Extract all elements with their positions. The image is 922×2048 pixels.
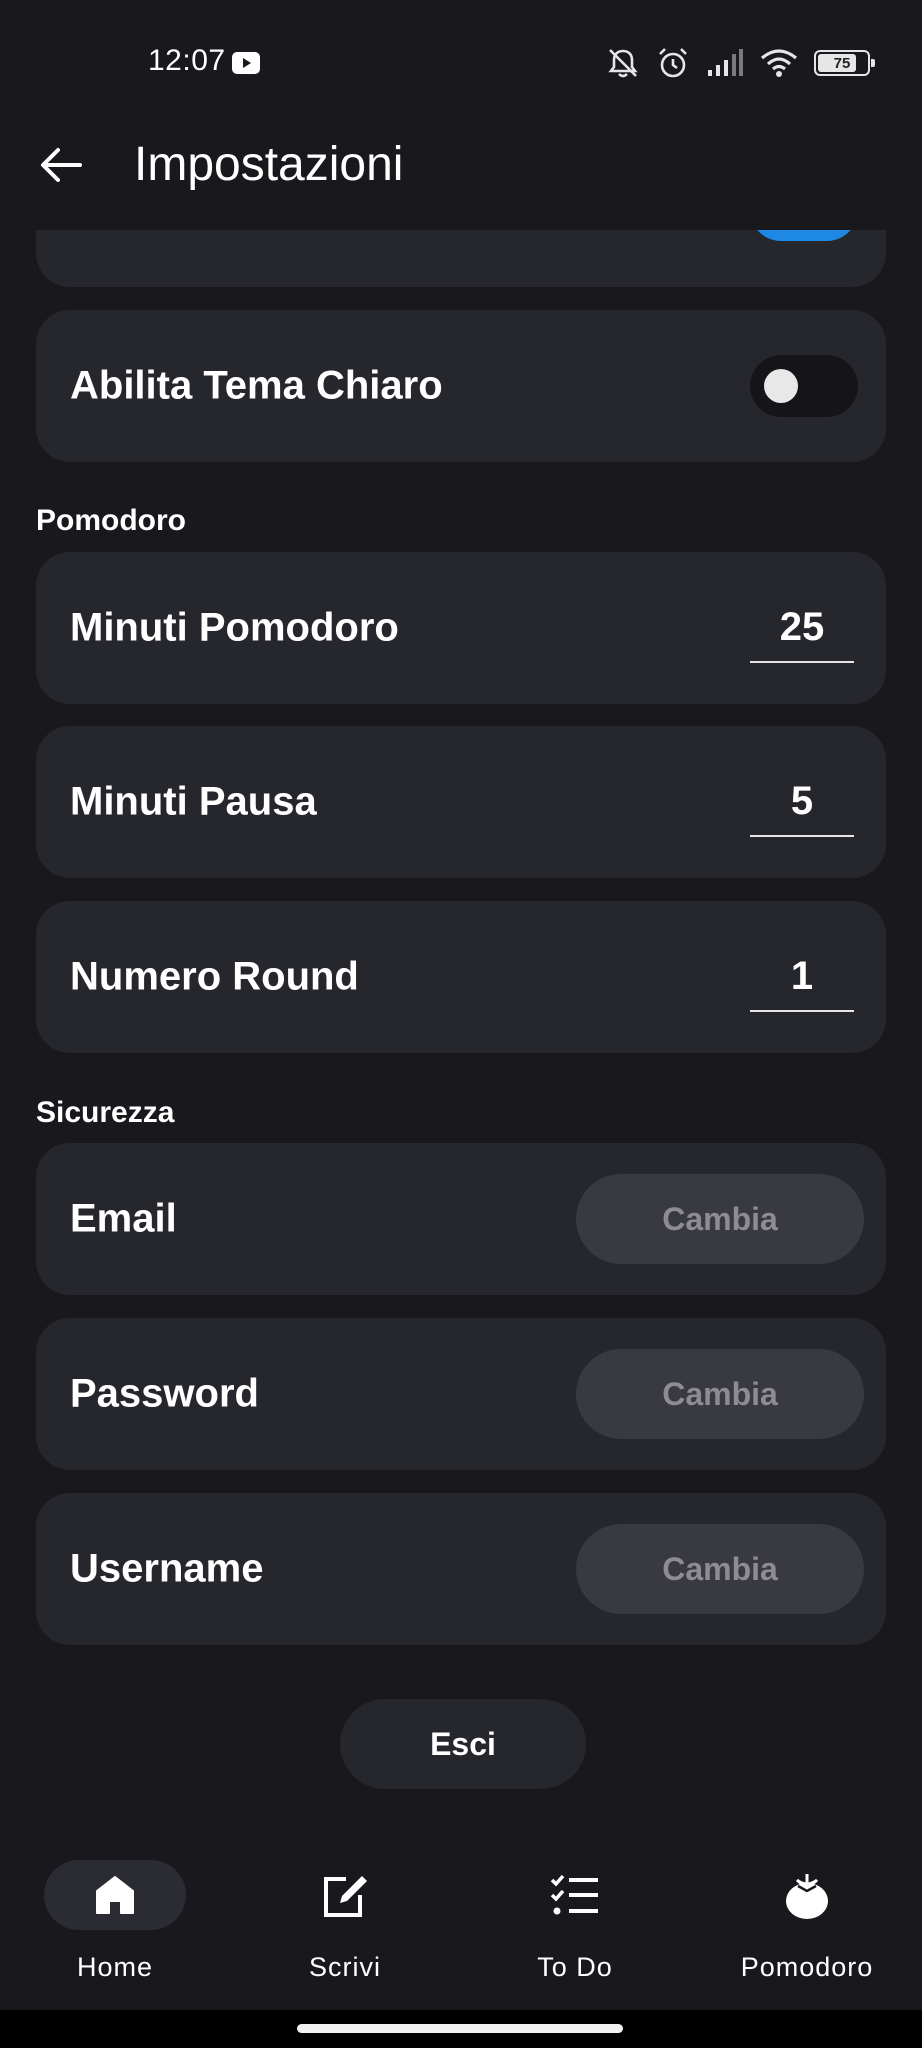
home-indicator[interactable] xyxy=(297,2024,623,2033)
signal-icon xyxy=(708,49,743,76)
username-label: Username xyxy=(70,1546,264,1591)
alarm-icon xyxy=(659,48,687,78)
break-minutes-label: Minuti Pausa xyxy=(70,779,317,824)
tomato-icon xyxy=(786,1874,828,1919)
nav-label-write: Scrivi xyxy=(309,1952,381,1982)
logout-button[interactable]: Esci xyxy=(340,1699,586,1789)
email-card: Email Cambia xyxy=(36,1143,886,1295)
nav-icon-indicator xyxy=(274,1860,416,1930)
toggle-knob xyxy=(764,369,798,403)
pomodoro-minutes-label: Minuti Pomodoro xyxy=(70,605,399,650)
round-count-label: Numero Round xyxy=(70,954,359,999)
home-icon xyxy=(96,1876,134,1914)
bottom-nav: Home Scrivi To Do Pomodoro xyxy=(0,1830,922,2010)
edit-icon xyxy=(324,1876,367,1917)
change-password-button[interactable]: Cambia xyxy=(576,1349,864,1439)
nav-item-home[interactable]: Home xyxy=(0,1830,230,2010)
break-minutes-input[interactable]: 5 xyxy=(750,767,854,837)
light-theme-card: Abilita Tema Chiaro xyxy=(36,310,886,462)
pomodoro-minutes-card: Minuti Pomodoro 25 xyxy=(36,552,886,704)
email-label: Email xyxy=(70,1196,177,1241)
nav-label-home: Home xyxy=(76,1952,154,1982)
section-header-security: Sicurezza xyxy=(36,1096,175,1129)
bell-off-icon xyxy=(608,49,638,78)
nav-label-todo: To Do xyxy=(537,1952,613,1982)
nav-icon-indicator xyxy=(736,1860,878,1930)
page-title: Impostazioni xyxy=(134,138,404,191)
change-username-button[interactable]: Cambia xyxy=(576,1524,864,1614)
back-button[interactable] xyxy=(30,134,92,196)
light-theme-label: Abilita Tema Chiaro xyxy=(70,363,443,408)
password-card: Password Cambia xyxy=(36,1318,886,1470)
nav-item-todo[interactable]: To Do xyxy=(460,1830,690,2010)
wifi-icon xyxy=(760,49,798,77)
nav-item-pomodoro[interactable]: Pomodoro xyxy=(692,1830,922,2010)
change-email-button[interactable]: Cambia xyxy=(576,1174,864,1264)
status-icons: 75 xyxy=(606,44,875,82)
nav-label-pomodoro: Pomodoro xyxy=(740,1952,874,1982)
nav-item-write[interactable]: Scrivi xyxy=(230,1830,460,2010)
nav-icon-indicator xyxy=(44,1860,186,1930)
status-bar: 12:07 75 xyxy=(0,0,922,120)
settings-content[interactable]: Abilita Tema Chiaro Pomodoro Minuti Pomo… xyxy=(0,148,922,1830)
password-label: Password xyxy=(70,1371,259,1416)
app-bar: Impostazioni xyxy=(0,120,922,230)
round-count-input[interactable]: 1 xyxy=(750,942,854,1012)
settings-screen: 12:07 75 Impostazioni Abilita Tema Chiar… xyxy=(0,0,922,2048)
nav-icon-indicator xyxy=(504,1860,646,1930)
section-header-pomodoro: Pomodoro xyxy=(36,504,186,537)
battery-icon: 75 xyxy=(814,50,875,76)
status-time: 12:07 xyxy=(148,44,226,77)
username-card: Username Cambia xyxy=(36,1493,886,1645)
battery-level: 75 xyxy=(833,54,851,72)
youtube-icon xyxy=(232,52,260,74)
battery-nub xyxy=(871,59,875,67)
break-minutes-card: Minuti Pausa 5 xyxy=(36,726,886,878)
checklist-icon xyxy=(550,1874,598,1915)
light-theme-toggle[interactable] xyxy=(750,355,858,417)
arrow-left-icon xyxy=(41,148,82,182)
pomodoro-minutes-input[interactable]: 25 xyxy=(750,593,854,663)
round-count-card: Numero Round 1 xyxy=(36,901,886,1053)
